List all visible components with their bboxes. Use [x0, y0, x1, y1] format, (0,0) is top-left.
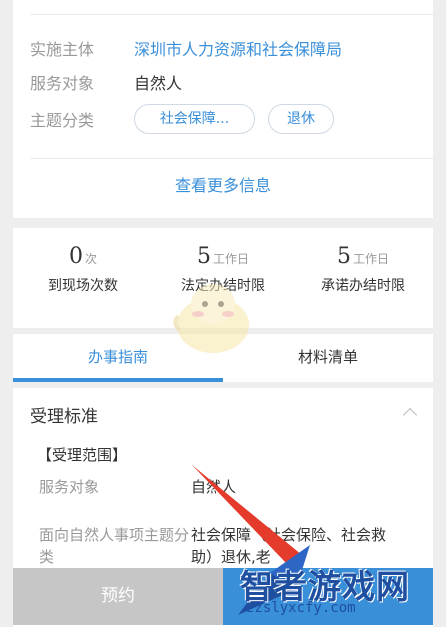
- stat-unit: 工作日: [352, 252, 389, 266]
- divider: [30, 158, 434, 159]
- stat-visits: 0次 到现场次数: [13, 244, 153, 295]
- info-row-category: 主题分类 社会保障... 退休: [30, 104, 334, 134]
- category-tag-retirement[interactable]: 退休: [268, 104, 334, 134]
- info-label: 服务对象: [30, 74, 95, 93]
- guide-key: 面向自然人事项主题分类: [39, 526, 190, 566]
- info-row-service-target: 服务对象 自然人: [30, 70, 182, 94]
- stat-number: 0: [68, 244, 83, 269]
- guide-key: 服务对象: [39, 478, 100, 496]
- watermark-site: zzslyxcfy.com: [246, 600, 356, 616]
- stat-unit: 工作日: [212, 252, 249, 266]
- stat-name: 承诺办结时限: [321, 278, 405, 294]
- stat-number: 5: [336, 244, 351, 269]
- info-value: 自然人: [134, 74, 183, 93]
- section-title: 受理标准: [30, 407, 98, 427]
- view-more-link[interactable]: 查看更多信息: [13, 172, 433, 196]
- stat-unit: 次: [84, 252, 97, 266]
- info-row-implementer: 实施主体 深圳市人力资源和社会保障局: [30, 36, 342, 60]
- subsection-heading: 【受理范围】: [37, 446, 128, 464]
- divider: [30, 14, 434, 15]
- info-label: 实施主体: [30, 40, 95, 59]
- stat-number: 5: [196, 244, 211, 269]
- mascot-watermark-icon: [173, 284, 249, 353]
- category-tag-social-security[interactable]: 社会保障...: [134, 104, 255, 134]
- stat-promised-limit: 5 工作日 承诺办结时限: [293, 244, 433, 295]
- active-tab-indicator: [13, 378, 223, 382]
- implementer-link[interactable]: 深圳市人力资源和社会保障局: [134, 36, 342, 60]
- chevron-up-icon[interactable]: [402, 407, 418, 423]
- info-label: 主题分类: [30, 111, 95, 130]
- stat-name: 到现场次数: [48, 278, 118, 294]
